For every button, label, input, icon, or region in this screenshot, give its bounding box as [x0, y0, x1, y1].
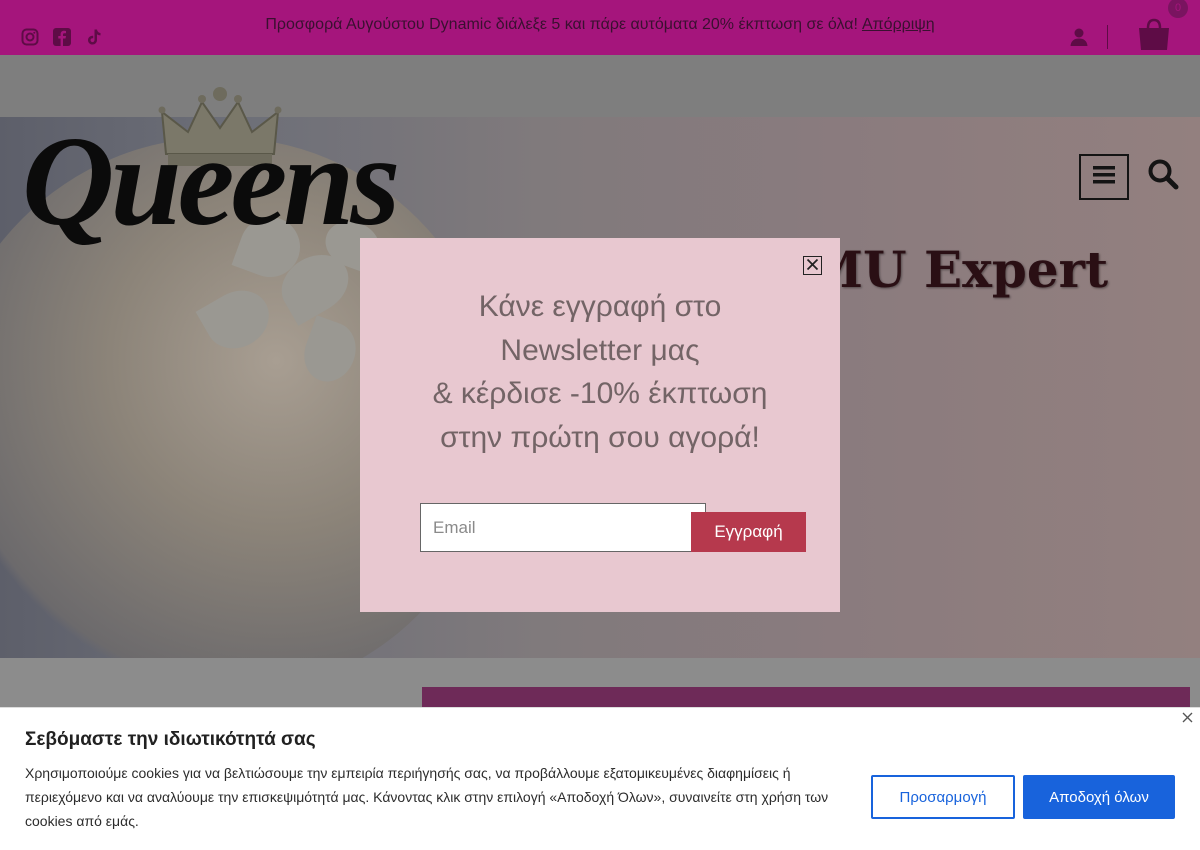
menu-toggle-button[interactable]	[1079, 154, 1129, 200]
promo-text: Προσφορά Αυγούστου Dynamic διάλεξε 5 και…	[265, 16, 858, 33]
email-field[interactable]	[420, 503, 706, 552]
header-divider	[1107, 25, 1108, 49]
close-icon	[806, 258, 819, 274]
search-icon[interactable]	[1147, 158, 1179, 195]
site-logo[interactable]: Queens	[22, 108, 400, 255]
newsletter-heading-line-2: Newsletter μας	[500, 334, 700, 367]
hamburger-icon	[1093, 165, 1115, 189]
cookie-title: Σεβόμαστε την ιδιωτικότητά σας	[25, 729, 316, 750]
close-icon[interactable]	[1180, 710, 1194, 724]
subscribe-button[interactable]: Εγγραφή	[691, 512, 806, 552]
promo-message: Προσφορά Αυγούστου Dynamic διάλεξε 5 και…	[0, 16, 1200, 34]
newsletter-heading-line-1: Κάνε εγγραφή στο	[478, 290, 722, 323]
newsletter-heading-line-4: στην πρώτη σου αγορά!	[440, 421, 760, 454]
cookie-description: Χρησιμοποιούμε cookies για να βελτιώσουμ…	[25, 765, 829, 829]
customize-cookies-button[interactable]: Προσαρμογή	[871, 775, 1015, 819]
newsletter-heading-line-3: & κέρδισε -10% έκπτωση	[432, 377, 768, 410]
modal-close-button[interactable]	[803, 256, 822, 275]
cart-icon[interactable]	[1136, 16, 1172, 57]
accept-all-cookies-button[interactable]: Αποδοχή όλων	[1023, 775, 1175, 819]
account-icon[interactable]	[1069, 27, 1089, 52]
promo-dismiss-link[interactable]: Απόρριψη	[862, 16, 935, 33]
